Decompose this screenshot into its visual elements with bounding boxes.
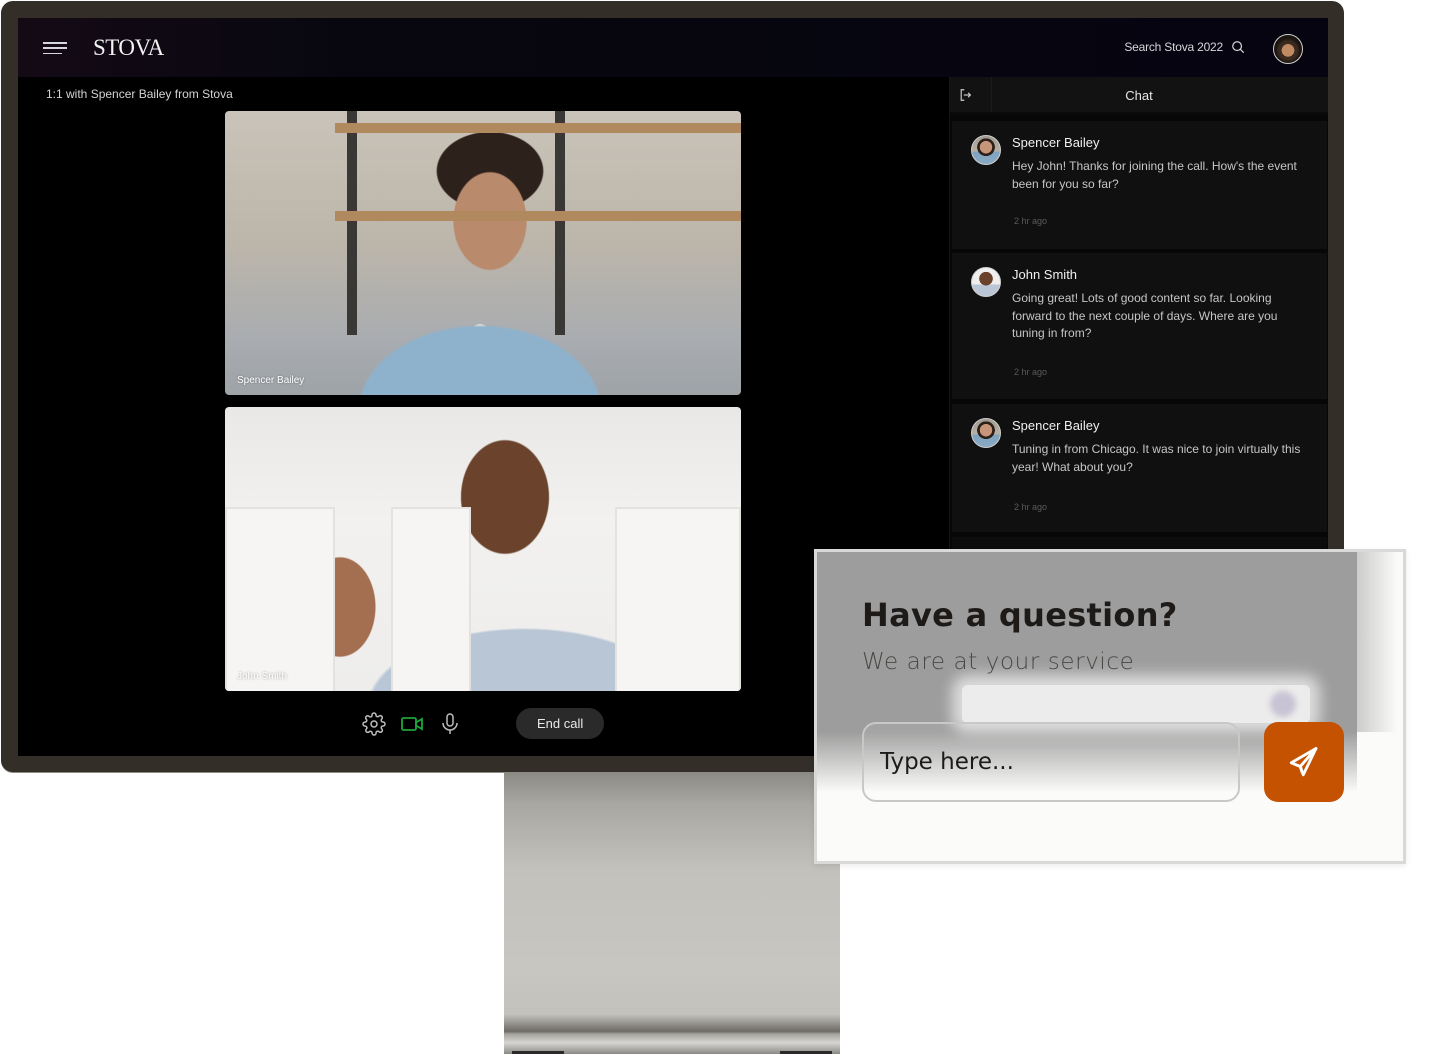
blurred-background-input	[962, 685, 1310, 723]
message-author: John Smith	[1012, 267, 1078, 282]
microphone-icon[interactable]	[438, 712, 462, 736]
app-logo[interactable]: STOVA	[93, 35, 164, 61]
wall-panel	[615, 507, 741, 691]
message-author: Spencer Bailey	[1012, 418, 1100, 433]
message-timestamp: 2 hr ago	[1014, 216, 1048, 226]
paper-plane-icon	[1289, 747, 1318, 777]
shelf	[335, 211, 741, 221]
top-navigation-bar: STOVA Search Stova 2022	[18, 18, 1328, 77]
avatar	[971, 135, 1001, 165]
user-avatar[interactable]	[1273, 34, 1303, 64]
participant-name-label: Spencer Bailey	[237, 375, 305, 386]
question-subheadline: We are at your service	[862, 649, 1135, 675]
message-text: Tuning in from Chicago. It was nice to j…	[1012, 442, 1301, 474]
question-input[interactable]	[862, 722, 1240, 802]
video-camera-icon[interactable]	[400, 712, 424, 736]
gear-icon[interactable]	[362, 711, 386, 736]
search-button[interactable]: Search Stova 2022	[1124, 40, 1245, 54]
avatar	[971, 267, 1001, 297]
avatar	[971, 418, 1001, 448]
search-label: Search Stova 2022	[1124, 40, 1223, 54]
end-call-button[interactable]: End call	[516, 708, 605, 739]
message-timestamp: 2 hr ago	[1014, 502, 1048, 512]
call-title: 1:1 with Spencer Bailey from Stova	[46, 87, 233, 101]
chat-message: Spencer Bailey Hey John! Thanks for join…	[952, 121, 1327, 249]
send-button[interactable]	[1264, 722, 1344, 802]
chat-message: Spencer Bailey Tuning in from Chicago. I…	[952, 404, 1327, 532]
shelf	[335, 123, 741, 133]
chat-header: Chat	[950, 77, 1328, 114]
wall-panel	[225, 507, 335, 691]
chat-message: John Smith Going great! Lots of good con…	[952, 253, 1327, 399]
video-tile-john-smith[interactable]: John Smith	[225, 407, 741, 691]
video-tile-spencer-bailey[interactable]: Spencer Bailey	[225, 111, 741, 395]
hamburger-icon[interactable]	[43, 42, 67, 54]
question-headline: Have a question?	[862, 596, 1178, 634]
wall-panel	[391, 507, 471, 691]
message-timestamp: 2 hr ago	[1014, 367, 1048, 377]
search-icon	[1232, 41, 1245, 54]
question-card: Have a question? We are at your service	[814, 549, 1406, 864]
chat-title: Chat	[1125, 88, 1153, 103]
shelf-post	[347, 111, 357, 335]
message-text: Going great! Lots of good content so far…	[1012, 291, 1278, 340]
participant-name-label: John Smith	[237, 671, 288, 682]
message-text: Hey John! Thanks for joining the call. H…	[1012, 159, 1297, 191]
message-author: Spencer Bailey	[1012, 135, 1100, 150]
shelf-post	[555, 111, 565, 335]
monitor-stand	[504, 770, 840, 1054]
call-controls: End call	[362, 708, 605, 739]
